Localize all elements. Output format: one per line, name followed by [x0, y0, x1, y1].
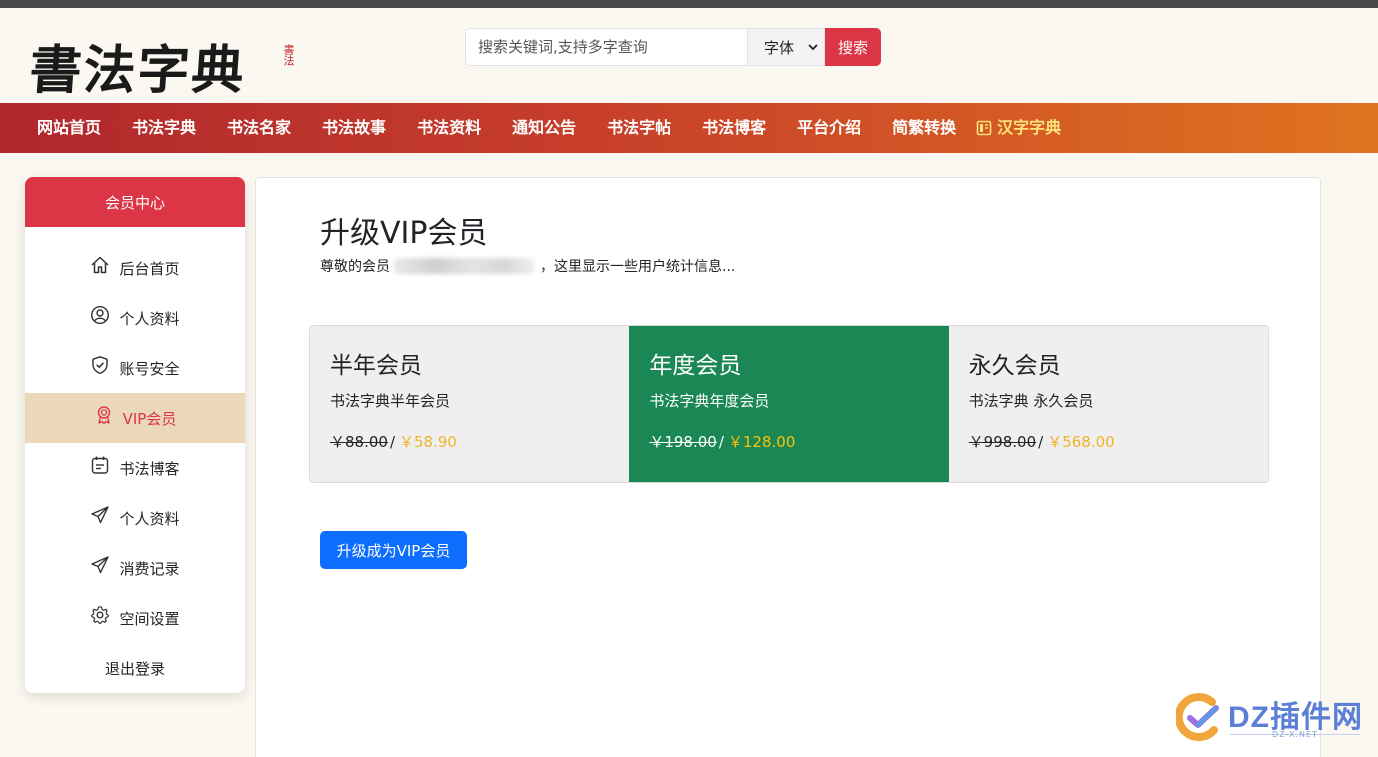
- user-circle-icon: [91, 305, 110, 325]
- plan-name: 永久会员: [968, 353, 1061, 379]
- nav-item-stories[interactable]: 书法故事: [306, 103, 401, 153]
- nav-item-copybooks[interactable]: 书法字帖: [591, 103, 686, 153]
- house-icon: [91, 256, 109, 274]
- book-icon: [976, 120, 992, 136]
- sidebar-menu: 后台首页 个人资料 账号安全 VIP会员 书法博客 个人资料 消费记录 空间设置…: [25, 227, 245, 693]
- sidebar-item-label: 空间设置: [119, 609, 180, 628]
- member-sidebar: 会员中心 后台首页 个人资料 账号安全 VIP会员 书法博客 个人资料 消费记录…: [25, 177, 245, 693]
- sidebar-item-label: 后台首页: [119, 259, 180, 278]
- plan-name: 半年会员: [330, 353, 422, 379]
- search-button[interactable]: 搜索: [825, 28, 881, 66]
- sidebar-item-vip[interactable]: VIP会员: [25, 393, 245, 443]
- plan-card-half-year[interactable]: 半年会员 书法字典半年会员 ￥88.00/￥58.90: [310, 326, 630, 482]
- plan-card-annual[interactable]: 年度会员 书法字典年度会员 ￥198.00/￥128.00: [629, 326, 949, 482]
- font-type-select-value: 字体: [764, 38, 795, 57]
- sale-price: ￥128.00: [727, 433, 796, 451]
- font-type-select[interactable]: 字体: [747, 28, 825, 66]
- gear-icon: [91, 606, 110, 624]
- sidebar-item-profile-2[interactable]: 个人资料: [25, 493, 245, 543]
- plan-price: ￥198.00/￥128.00: [649, 431, 928, 452]
- site-logo[interactable]: 書法字典 書法: [28, 28, 300, 101]
- blurred-username: [394, 258, 534, 274]
- plan-name: 年度会员: [649, 353, 742, 379]
- nav-item-hanzi-dictionary[interactable]: 汉字字典: [971, 103, 1076, 153]
- calendar-icon: [92, 456, 109, 474]
- plan-description: 书法字典半年会员: [330, 392, 451, 410]
- welcome-message: 尊敬的会员 ，这里显示一些用户统计信息...: [320, 256, 735, 276]
- sidebar-title: 会员中心: [25, 177, 245, 227]
- welcome-suffix: ，这里显示一些用户统计信息...: [540, 259, 736, 275]
- plan-description: 书法字典 永久会员: [968, 392, 1094, 410]
- nav-item-hanzi-label: 汉字字典: [997, 118, 1062, 137]
- nav-item-dictionary[interactable]: 书法字典: [116, 103, 211, 153]
- original-price: ￥88.00: [330, 433, 388, 451]
- sidebar-item-label: 个人资料: [119, 309, 180, 328]
- sidebar-item-blog[interactable]: 书法博客: [25, 443, 245, 493]
- top-bar: [0, 0, 1378, 8]
- sidebar-item-label: 消费记录: [119, 559, 180, 578]
- price-separator: /: [389, 433, 396, 451]
- sidebar-item-dashboard[interactable]: 后台首页: [25, 243, 245, 293]
- sidebar-item-security[interactable]: 账号安全: [25, 343, 245, 393]
- price-separator: /: [1038, 433, 1044, 451]
- chevron-down-icon: [808, 44, 818, 51]
- award-icon: [97, 406, 110, 424]
- search-bar: 字体 搜索: [465, 28, 881, 66]
- sidebar-item-label: 个人资料: [119, 509, 180, 528]
- watermark: DZ插件网 DZ-X.NET: [1174, 690, 1366, 746]
- sidebar-item-space-settings[interactable]: 空间设置: [25, 593, 245, 643]
- nav-item-blog[interactable]: 书法博客: [686, 103, 781, 153]
- sale-price: ￥568.00: [1047, 433, 1115, 451]
- logout-link[interactable]: 退出登录: [25, 643, 245, 693]
- upgrade-vip-button[interactable]: 升级成为VIP会员: [320, 531, 467, 569]
- sidebar-item-profile[interactable]: 个人资料: [25, 293, 245, 343]
- shield-check-icon: [92, 356, 109, 374]
- plan-price: ￥88.00/￥58.90: [330, 431, 609, 452]
- sidebar-item-consumption[interactable]: 消费记录: [25, 543, 245, 593]
- nav-item-home[interactable]: 网站首页: [21, 103, 116, 153]
- sidebar-item-label: VIP会员: [122, 409, 177, 428]
- watermark-sub: DZ-X.NET: [1272, 730, 1318, 739]
- watermark-logo-icon: [1174, 693, 1219, 741]
- nav-item-materials[interactable]: 书法资料: [401, 103, 496, 153]
- nav-item-notices[interactable]: 通知公告: [496, 103, 591, 153]
- send-icon: [91, 506, 110, 524]
- nav-item-masters[interactable]: 书法名家: [211, 103, 306, 153]
- search-input[interactable]: [465, 28, 747, 66]
- vip-plans: 半年会员 书法字典半年会员 ￥88.00/￥58.90 年度会员 书法字典年度会…: [309, 325, 1269, 483]
- page-title: 升级VIP会员: [320, 216, 488, 251]
- main-content: 升级VIP会员 尊敬的会员 ，这里显示一些用户统计信息... 半年会员 书法字典…: [255, 177, 1321, 757]
- sidebar-item-label: 书法博客: [119, 459, 180, 478]
- original-price: ￥198.00: [649, 433, 717, 451]
- price-separator: /: [718, 433, 724, 451]
- sale-price: ￥58.90: [399, 433, 457, 451]
- plan-description: 书法字典年度会员: [649, 392, 770, 410]
- plan-price: ￥998.00/￥568.00: [969, 431, 1248, 452]
- main-nav: 网站首页 书法字典 书法名家 书法故事 书法资料 通知公告 书法字帖 书法博客 …: [0, 103, 1378, 153]
- nav-item-about[interactable]: 平台介绍: [781, 103, 876, 153]
- nav-item-convert[interactable]: 简繁转换: [876, 103, 971, 153]
- sidebar-item-label: 账号安全: [119, 359, 180, 378]
- logo-seal: 書法: [282, 44, 295, 66]
- original-price: ￥998.00: [968, 433, 1037, 451]
- welcome-prefix: 尊敬的会员: [320, 259, 390, 275]
- plan-card-lifetime[interactable]: 永久会员 书法字典 永久会员 ￥998.00/￥568.00: [948, 326, 1268, 482]
- logo-text: 書法字典: [27, 40, 248, 101]
- send-icon: [91, 556, 110, 574]
